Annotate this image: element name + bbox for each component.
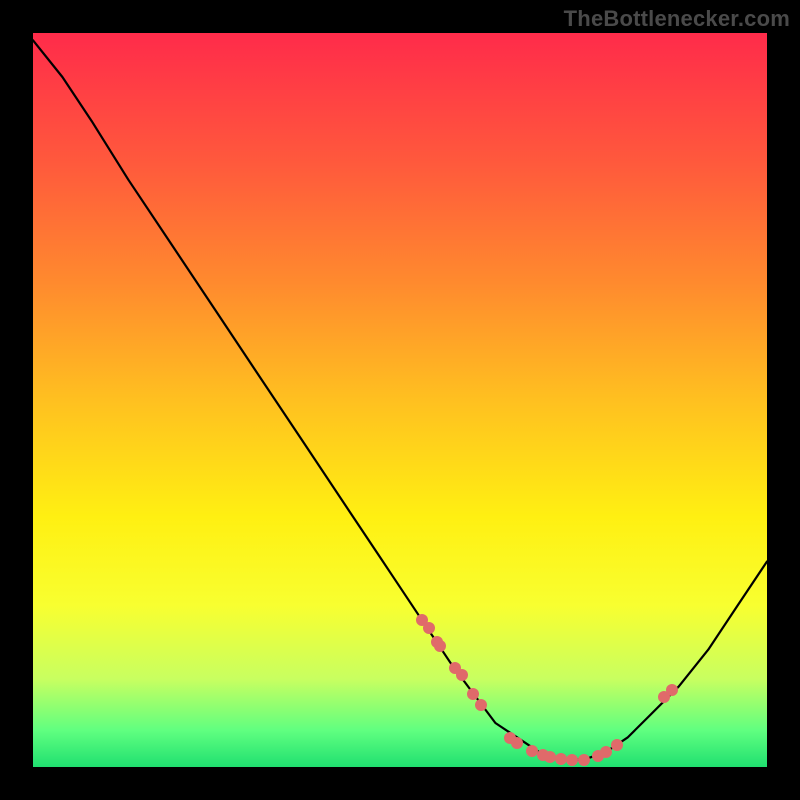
plot-area — [33, 33, 767, 767]
data-point — [666, 684, 678, 696]
data-point — [611, 739, 623, 751]
chart-canvas: TheBottlenecker.com — [0, 0, 800, 800]
watermark: TheBottlenecker.com — [564, 6, 790, 32]
data-point — [578, 754, 590, 766]
data-point — [475, 699, 487, 711]
data-point — [467, 688, 479, 700]
data-point — [423, 622, 435, 634]
data-point — [600, 746, 612, 758]
